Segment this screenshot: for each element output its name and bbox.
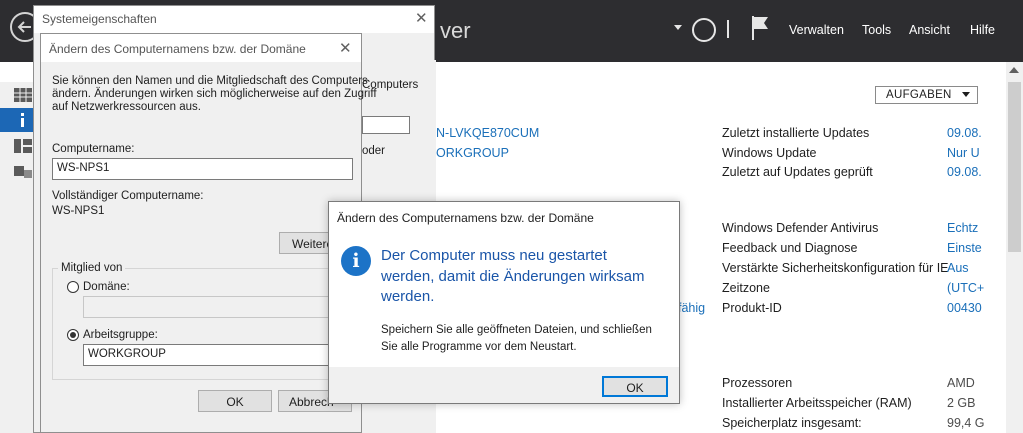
computer-name-dialog: Ändern des Computernamens bzw. der Domän… (40, 33, 377, 433)
domain-label: Domäne: (83, 281, 130, 293)
intro-text: ändern. Änderungen wirken sich möglicher… (52, 88, 377, 100)
computer-name-link[interactable]: N-LVKQE870CUM (436, 126, 539, 140)
message-ok-button[interactable]: OK (602, 376, 668, 397)
message-sub-line: Speichern Sie alle geöffneten Dateien, u… (381, 324, 652, 336)
property-value: 99,4 G (947, 416, 985, 430)
property-label: Feedback und Diagnose (722, 241, 858, 255)
property-label: Windows Update (722, 146, 817, 160)
property-label: Zuletzt auf Updates geprüft (722, 165, 873, 179)
message-main-line: Der Computer muss neu gestartet (381, 247, 607, 264)
domain-radio[interactable] (67, 281, 79, 293)
computer-description-field[interactable] (362, 116, 410, 134)
refresh-icon[interactable] (692, 18, 716, 42)
menu-tools[interactable]: Tools (862, 23, 891, 37)
intro-text: auf Netzwerkressourcen aus. (52, 101, 201, 113)
message-main-line: werden. (381, 288, 435, 305)
tasks-chevron-down-icon (962, 92, 970, 97)
property-label: Windows Defender Antivirus (722, 221, 879, 235)
nic-teaming-link[interactable]: fähig (678, 301, 705, 315)
menu-ansicht[interactable]: Ansicht (909, 23, 950, 37)
scrollbar-thumb[interactable] (1008, 82, 1021, 252)
message-box-title: Ändern des Computernamens bzw. der Domän… (337, 211, 594, 225)
information-icon: i (341, 246, 371, 276)
property-label: Speicherplatz insgesamt: (722, 416, 862, 430)
property-value[interactable]: Nur U (947, 146, 980, 160)
property-value: 00430 (947, 301, 982, 315)
server-manager-title: ver (440, 18, 471, 43)
ok-button[interactable]: OK (198, 390, 272, 412)
workgroup-label: Arbeitsgruppe: (83, 329, 158, 341)
workgroup-input[interactable]: WORKGROUP (83, 344, 331, 366)
back-arrow-icon (17, 21, 31, 33)
property-value[interactable]: 09.08. (947, 165, 982, 179)
message-main-text: Der Computer muss neu gestartet werden, … (381, 246, 671, 308)
restart-message-box: Ändern des Computernamens bzw. der Domän… (328, 201, 680, 404)
property-value[interactable]: Einste (947, 241, 982, 255)
property-value[interactable]: (UTC+ (947, 281, 984, 295)
system-properties-text: oder (362, 145, 386, 157)
system-properties-title: Systemeigenschaften (42, 12, 157, 26)
file-storage-icon[interactable] (14, 164, 32, 178)
workgroup-radio[interactable] (67, 329, 79, 341)
full-computer-name-value: WS-NPS1 (52, 205, 105, 217)
property-label: Prozessoren (722, 376, 793, 390)
workgroup-link[interactable]: ORKGROUP (436, 146, 509, 160)
menu-hilfe[interactable]: Hilfe (970, 23, 995, 37)
menu-verwalten[interactable]: Verwalten (789, 23, 844, 37)
property-value: 2 GB (947, 396, 976, 410)
message-sub-text: Speichern Sie alle geöffneten Dateien, u… (381, 322, 671, 355)
intro-text: Sie können den Namen und die Mitgliedsch… (52, 75, 368, 87)
close-icon[interactable]: ✕ (339, 39, 352, 57)
computer-name-titlebar: Ändern des Computernamens bzw. der Domän… (41, 34, 361, 62)
navigation-sidebar (0, 82, 35, 433)
property-value: AMD (947, 376, 975, 390)
notifications-flag-icon[interactable] (750, 15, 770, 41)
computer-name-label: Computername: (52, 143, 135, 155)
header-separator (727, 20, 729, 38)
computer-name-dialog-title: Ändern des Computernamens bzw. der Domän… (49, 42, 306, 56)
property-value[interactable]: Aus (947, 261, 969, 275)
all-servers-icon[interactable] (14, 139, 32, 153)
dashboard-icon[interactable] (14, 88, 32, 102)
property-value[interactable]: Echtz (947, 221, 978, 235)
scroll-up-arrow-icon[interactable] (1009, 67, 1019, 73)
message-sub-line: Sie alle Programme vor dem Neustart. (381, 340, 577, 353)
message-main-line: werden, damit die Änderungen wirksam (381, 267, 645, 285)
close-icon[interactable]: ✕ (415, 9, 428, 27)
full-computer-name-label: Vollständiger Computername: (52, 190, 204, 202)
property-value[interactable]: 09.08. (947, 126, 982, 140)
system-properties-titlebar: Systemeigenschaften (34, 6, 434, 33)
computer-name-input[interactable]: WS-NPS1 (52, 158, 353, 180)
member-of-label: Mitglied von (58, 262, 126, 274)
property-label: Installierter Arbeitsspeicher (RAM) (722, 396, 912, 410)
dropdown-arrow-icon[interactable] (674, 25, 682, 30)
property-label: Zeitzone (722, 281, 770, 295)
property-label: Zuletzt installierte Updates (722, 126, 870, 140)
property-label: Produkt-ID (722, 301, 782, 315)
property-label: Verstärkte Sicherheitskonfiguration für … (722, 261, 949, 275)
domain-input[interactable] (83, 296, 331, 318)
local-server-info-icon[interactable] (14, 113, 32, 127)
